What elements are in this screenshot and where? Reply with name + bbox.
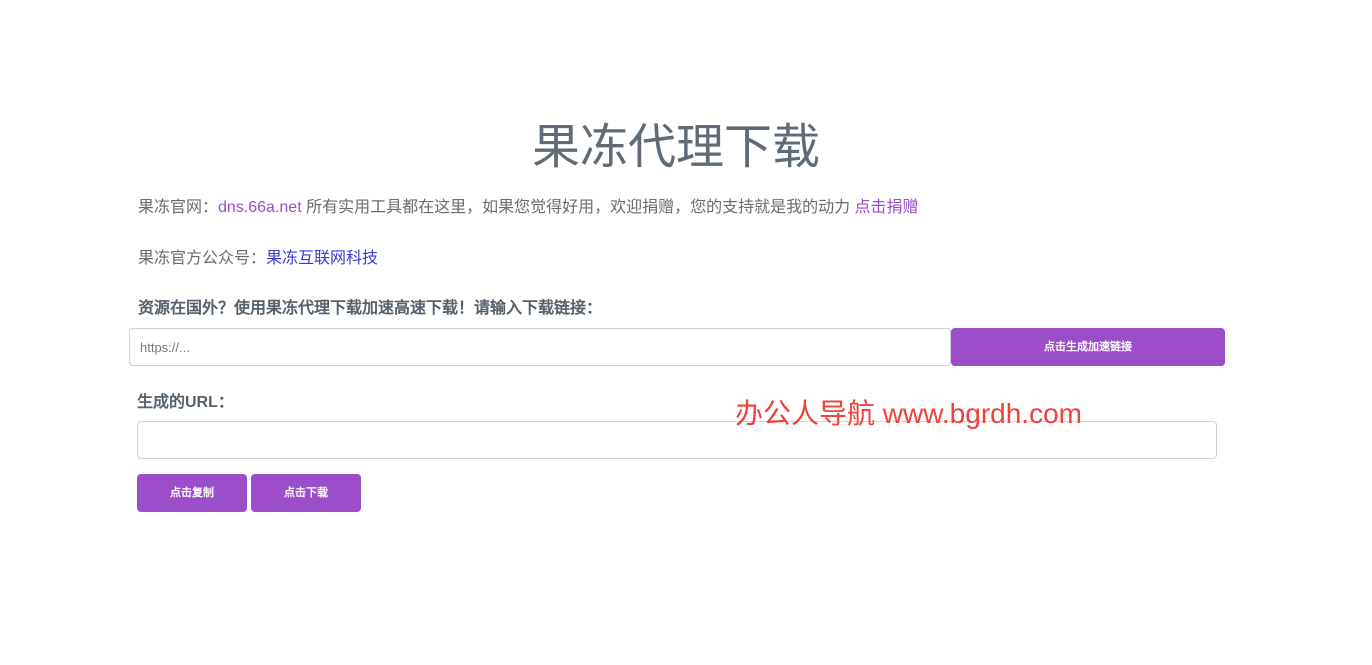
result-url-label: 生成的URL： [137, 394, 234, 411]
page-title: 果冻代理下载 [531, 121, 820, 174]
download-url-input[interactable] [129, 328, 951, 366]
donate-link[interactable]: 点击捐赠 [855, 199, 919, 216]
official-site-prefix: 果冻官网： [138, 199, 219, 216]
official-site-link[interactable]: dns.66a.net [218, 199, 302, 216]
generate-link-button[interactable]: 点击生成加速链接 [951, 328, 1225, 366]
page: 果冻代理下载 果冻官网：dns.66a.net 所有实用工具都在这里，如果您觉得… [0, 0, 1372, 665]
download-button[interactable]: 点击下载 [251, 474, 361, 512]
wechat-account-prefix: 果冻官方公众号： [138, 250, 267, 267]
official-site-text: 所有实用工具都在这里，如果您觉得好用，欢迎捐赠，您的支持就是我的动力 [301, 199, 855, 216]
wechat-account-line: 果冻官方公众号：果冻互联网科技 [138, 248, 378, 270]
official-site-line: 果冻官网：dns.66a.net 所有实用工具都在这里，如果您觉得好用，欢迎捐赠… [138, 197, 919, 219]
wechat-account-link[interactable]: 果冻互联网科技 [266, 250, 378, 267]
watermark-text: 办公人导航 www.bgrdh.com [735, 398, 1082, 429]
copy-button[interactable]: 点击复制 [137, 474, 247, 512]
download-prompt-label: 资源在国外？使用果冻代理下载加速高速下载！请输入下载链接： [138, 300, 603, 317]
